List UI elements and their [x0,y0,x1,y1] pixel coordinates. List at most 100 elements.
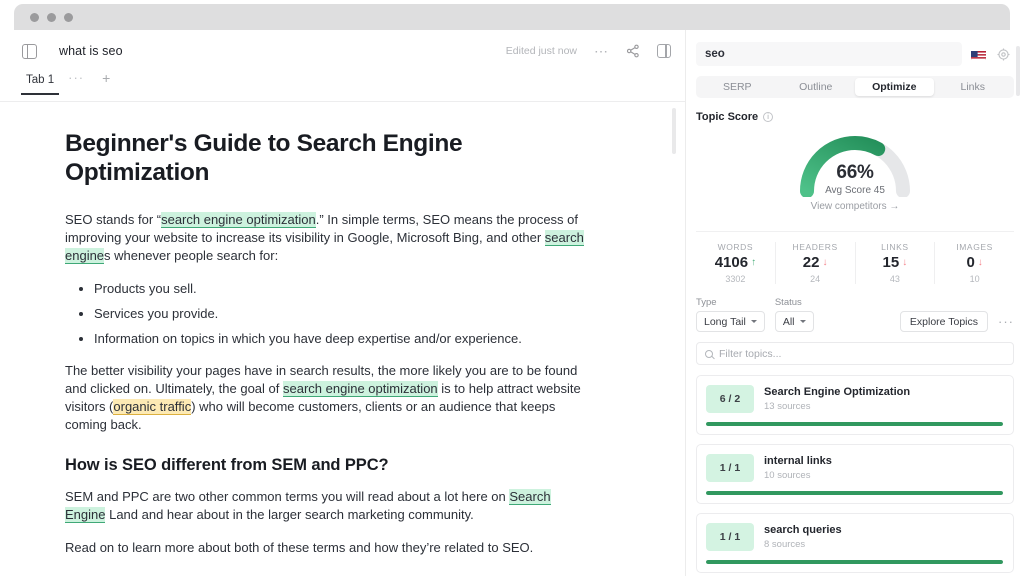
window-titlebar [14,4,1010,30]
arrow-down-icon: ↓ [902,257,908,268]
sidebar-search-row: seo [686,30,1024,66]
stat-headers-number: 22 [802,254,820,271]
search-icon [705,349,713,358]
article-paragraph-3: SEM and PPC are two other common terms y… [65,488,590,524]
highlight-keyword-organic-traffic[interactable]: organic traffic [113,398,192,415]
topic-card[interactable]: 1 / 1 internal links 10 sources [696,444,1014,504]
topic-card-top: 6 / 2 Search Engine Optimization 13 sour… [706,385,1003,413]
stat-links-label: LINKS [881,242,909,252]
stat-headers-value: 22 ↓ [776,254,855,271]
stat-links: LINKS 15 ↓ 43 [856,242,936,284]
document-header-actions: Edited just now ⋯ [506,44,671,58]
panel-right-icon[interactable] [657,44,671,58]
gear-icon[interactable] [997,47,1010,61]
stat-links-sub: 43 [889,274,900,284]
app-body: what is seo Edited just now ⋯ Tab 1 ··· … [0,30,1024,576]
stat-words-label: WORDS [717,242,754,252]
keyword-search-input[interactable]: seo [696,42,962,66]
stat-headers-label: HEADERS [792,242,838,252]
tab-1[interactable]: Tab 1 [20,72,60,95]
topic-sources: 13 sources [764,401,811,412]
tab-links[interactable]: Links [934,78,1013,96]
tab-outline[interactable]: Outline [777,78,856,96]
add-tab-icon[interactable]: + [102,71,110,85]
tab-1-label: Tab 1 [26,74,55,86]
tab-serp[interactable]: SERP [698,78,777,96]
stat-words: WORDS 4106 ↑ 3302 [696,242,776,284]
chevron-down-icon [799,320,806,323]
app-window: what is seo Edited just now ⋯ Tab 1 ··· … [0,0,1024,576]
stat-headers-sub: 24 [810,274,821,284]
filter-topics-input[interactable]: Filter topics... [696,342,1014,365]
topic-sources: 10 sources [764,470,811,481]
topic-progress-track [706,422,1003,426]
highlight-keyword-seo[interactable]: search engine optimization [161,212,316,229]
optimize-sidebar: seo SERP Outline Optimize Links Topic Sc… [686,30,1024,576]
article-bullet-list: Products you sell. Services you provide.… [65,280,590,348]
info-icon[interactable]: i [763,112,774,122]
view-competitors-link[interactable]: View competitors → [686,201,1024,212]
stat-images-value: 0 ↓ [935,254,1014,271]
topic-progress-fill [706,560,1003,564]
stat-links-value: 15 ↓ [856,254,935,271]
explore-topics-button[interactable]: Explore Topics [899,311,988,332]
topic-name: search queries [764,524,842,536]
panel-left-icon[interactable] [22,43,37,59]
document-header: what is seo Edited just now ⋯ [0,30,685,72]
stat-words-number: 4106 [714,254,749,271]
article-paragraph-1: SEO stands for “search engine optimizati… [65,211,590,265]
stat-words-sub: 3302 [725,274,746,284]
type-filter-select[interactable]: Long Tail [696,311,765,332]
topic-name: internal links [764,455,832,467]
topic-card[interactable]: 1 / 1 search queries 8 sources [696,513,1014,573]
topics-more-icon[interactable]: ··· [998,315,1014,328]
list-item: Information on topics in which you have … [94,330,590,348]
window-maximize-dot[interactable] [64,12,73,22]
paragraph-1-text-c: s whenever people search for: [104,248,279,264]
list-item: Services you provide. [94,305,590,323]
type-filter-value: Long Tail [704,315,746,328]
topic-card[interactable]: 6 / 2 Search Engine Optimization 13 sour… [696,375,1014,435]
topic-sources: 8 sources [764,539,806,550]
status-filter-group: Status All [774,297,814,332]
tab-optimize[interactable]: Optimize [855,78,934,96]
gauge-avg-score: Avg Score 45 [825,185,885,196]
status-filter-select[interactable]: All [774,311,814,332]
highlight-keyword-seo-2[interactable]: search engine optimization [283,380,438,397]
arrow-down-icon: ↓ [822,257,828,268]
stat-images: IMAGES 0 ↓ 10 [935,242,1014,284]
more-horizontal-icon[interactable]: ⋯ [594,44,609,58]
topic-badge: 1 / 1 [706,523,754,551]
paragraph-3-text-a: SEM and PPC are two other common terms y… [65,488,510,504]
sidebar-scrollbar[interactable] [1016,46,1020,96]
paragraph-1-text-a: SEO stands for “ [65,212,162,228]
status-filter-value: All [782,315,795,328]
filter-topics-placeholder: Filter topics... [719,347,782,360]
topic-badge: 1 / 1 [706,454,754,482]
chevron-down-icon [750,320,757,323]
content-stats-row: WORDS 4106 ↑ 3302 HEADERS 22 ↓ 24 LINKS … [696,231,1014,284]
topic-name: Search Engine Optimization [764,386,911,398]
document-content[interactable]: Beginner's Guide to Search Engine Optimi… [0,102,685,576]
topic-score-text: Topic Score [696,111,759,123]
topic-card-text: Search Engine Optimization 13 sources [764,385,910,412]
topic-card-top: 1 / 1 internal links 10 sources [706,454,1003,482]
type-filter-label: Type [696,297,717,308]
share-icon[interactable] [626,44,640,58]
window-close-dot[interactable] [30,12,39,22]
document-scrollbar[interactable] [672,108,676,154]
document-pane: what is seo Edited just now ⋯ Tab 1 ··· … [0,30,686,576]
topic-card-text: search queries 8 sources [764,523,842,550]
topics-list: 6 / 2 Search Engine Optimization 13 sour… [696,375,1014,576]
article-paragraph-2: The better visibility your pages have in… [65,362,590,434]
window-minimize-dot[interactable] [47,12,56,22]
keyword-search-value: seo [705,48,725,60]
gauge-percent: 66% [836,162,874,183]
topic-badge: 6 / 2 [706,385,754,413]
topic-score-gauge: 66% Avg Score 45 View competitors → [686,125,1024,225]
topic-progress-fill [706,422,1003,426]
topic-card-top: 1 / 1 search queries 8 sources [706,523,1003,551]
topic-progress-track [706,491,1003,495]
us-flag-icon[interactable] [971,49,986,60]
tab-more-icon[interactable]: ··· [68,71,84,84]
